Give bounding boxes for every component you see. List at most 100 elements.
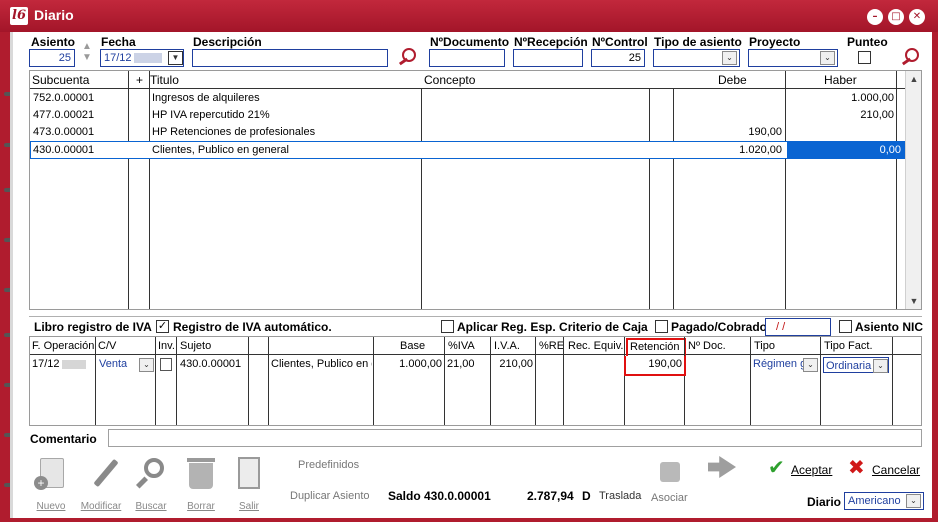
chevron-down-icon[interactable]: ⌄: [873, 359, 888, 373]
check-icon[interactable]: ✔: [768, 456, 790, 478]
fecha-label: Fecha: [101, 35, 136, 49]
scroll-up-icon[interactable]: ▲: [906, 71, 922, 87]
chevron-down-icon[interactable]: ⌄: [722, 51, 737, 65]
ndocumento-label: NºDocumento: [430, 35, 510, 49]
table-row[interactable]: 477.0.00021 HP IVA repercutido 21% 210,0…: [30, 107, 896, 124]
app-logo: l6: [10, 7, 28, 25]
col-rec-equiv[interactable]: Rec. Equiv.: [566, 337, 623, 355]
chevron-down-icon[interactable]: ⌄: [820, 51, 835, 65]
grid-divider: [750, 337, 751, 425]
table-row[interactable]: 473.0.00001 HP Retenciones de profesiona…: [30, 124, 896, 141]
cell-subcuenta: 473.0.00001: [33, 126, 95, 138]
iva-table-row[interactable]: 17/12 Venta ⌄ 430.0.00001 Clientes, Publ…: [30, 356, 921, 376]
asociar-icon[interactable]: [660, 462, 680, 482]
cancel-icon[interactable]: ✖: [848, 456, 870, 478]
predefinidos-button[interactable]: Predefinidos: [298, 459, 359, 471]
salir-button[interactable]: Salir: [224, 456, 274, 512]
comentario-label: Comentario: [30, 432, 97, 446]
col-cv[interactable]: C/V: [96, 337, 116, 355]
chevron-down-icon[interactable]: ⌄: [803, 358, 818, 372]
ncontrol-input[interactable]: 25: [591, 49, 645, 67]
ndocumento-input[interactable]: [429, 49, 505, 67]
grid-divider: [155, 337, 156, 425]
cell-titulo: Clientes, Publico en general: [152, 144, 289, 156]
col-tipo[interactable]: Tipo: [752, 337, 775, 355]
table-row-selected[interactable]: 430.0.00001 Clientes, Publico en general…: [30, 141, 905, 159]
col-iva[interactable]: I.V.A.: [492, 337, 520, 355]
col-titulo[interactable]: Titulo: [148, 71, 179, 89]
cell-haber-editing[interactable]: 0,00: [787, 142, 904, 158]
maximize-icon[interactable]: □: [888, 9, 904, 25]
cell-haber: [788, 124, 894, 140]
pagado-checkbox[interactable]: [655, 320, 668, 333]
diario-label: Diario: [807, 495, 842, 509]
pencil-icon: [93, 458, 119, 488]
grid-divider: [684, 337, 685, 425]
cell-retencion[interactable]: 190,00: [624, 356, 686, 376]
cell-base: 1.000,00: [399, 358, 442, 370]
col-debe[interactable]: Debe: [716, 71, 747, 89]
col-pre[interactable]: %RE: [537, 337, 564, 355]
col-plus[interactable]: +: [134, 71, 143, 89]
minimize-icon[interactable]: –: [867, 9, 883, 25]
col-haber[interactable]: Haber: [822, 71, 857, 89]
col-base[interactable]: Base: [398, 337, 425, 355]
cell-concepto: [424, 124, 646, 140]
search-icon[interactable]: [396, 47, 418, 65]
col-piva[interactable]: %IVA: [446, 337, 475, 355]
cell-subcuenta: 477.0.00021: [33, 109, 95, 121]
search-icon[interactable]: [899, 47, 921, 65]
col-f-operacion[interactable]: F. Operación: [30, 337, 94, 355]
col-subcuenta[interactable]: Subcuenta: [30, 71, 89, 89]
col-concepto[interactable]: Concepto: [422, 71, 475, 89]
borrar-button[interactable]: Borrar: [176, 456, 226, 512]
cell-titulo: HP IVA repercutido 21%: [152, 109, 270, 121]
registro-auto-checkbox[interactable]: ✓: [156, 320, 169, 333]
cell-pre: [537, 356, 561, 372]
grid-scrollbar[interactable]: ▲ ▼: [905, 71, 921, 309]
col-ndoc[interactable]: Nº Doc.: [686, 337, 726, 355]
descripcion-input[interactable]: [192, 49, 388, 67]
table-row[interactable]: 752.0.00001 Ingresos de alquileres 1.000…: [30, 90, 896, 107]
cell-cv[interactable]: Venta: [99, 356, 139, 372]
cancelar-button[interactable]: Cancelar: [872, 463, 920, 477]
asociar-button[interactable]: Asociar: [651, 492, 688, 504]
col-retencion[interactable]: Retención: [626, 338, 686, 356]
chevron-down-icon[interactable]: ⌄: [139, 358, 154, 372]
registro-auto-label: Registro de IVA automático.: [173, 320, 332, 334]
magnifier-icon: [144, 458, 164, 478]
inv-checkbox[interactable]: [160, 358, 172, 371]
asiento-nic-checkbox[interactable]: [839, 320, 852, 333]
title-bar[interactable]: l6 Diario – □ ✕: [0, 0, 938, 32]
close-icon[interactable]: ✕: [909, 9, 925, 25]
iva-grid[interactable]: F. Operación C/V Inv. Sujeto Base %IVA I…: [29, 336, 922, 426]
punteo-checkbox[interactable]: [858, 51, 871, 64]
trash-icon: [189, 463, 213, 489]
comentario-input[interactable]: [108, 429, 922, 447]
calendar-dropdown-icon[interactable]: ▼: [168, 51, 183, 65]
nuevo-button[interactable]: + Nuevo: [26, 456, 76, 512]
journal-grid[interactable]: Subcuenta + Titulo Concepto Debe Haber 7…: [29, 70, 922, 310]
pagado-date-field[interactable]: / /: [765, 318, 831, 336]
nrecepcion-input[interactable]: [513, 49, 583, 67]
buscar-button[interactable]: Buscar: [126, 456, 176, 512]
col-tipo-fact[interactable]: Tipo Fact.: [822, 337, 873, 355]
duplicar-asiento-button[interactable]: Duplicar Asiento: [290, 490, 370, 502]
modificar-button[interactable]: Modificar: [76, 456, 126, 512]
scroll-down-icon[interactable]: ▼: [906, 293, 922, 309]
plus-icon: +: [34, 476, 48, 490]
cell-concepto: [424, 107, 646, 123]
asiento-field[interactable]: 25: [29, 49, 75, 67]
chevron-down-icon[interactable]: ⌄: [906, 494, 921, 508]
aplicar-checkbox[interactable]: [441, 320, 454, 333]
col-sujeto[interactable]: Sujeto: [178, 337, 211, 355]
grid-divider: [248, 337, 249, 425]
asiento-spinner-icon[interactable]: ▲ ▼: [80, 41, 94, 65]
fecha-value: 17/12: [104, 52, 132, 64]
cell-tipo[interactable]: Régimen g: [753, 356, 803, 372]
col-inv[interactable]: Inv.: [156, 337, 175, 355]
aceptar-button[interactable]: Aceptar: [791, 463, 832, 477]
window-title: Diario: [34, 7, 74, 23]
traslada-button[interactable]: Traslada: [599, 490, 641, 502]
grid-divider: [373, 337, 374, 425]
